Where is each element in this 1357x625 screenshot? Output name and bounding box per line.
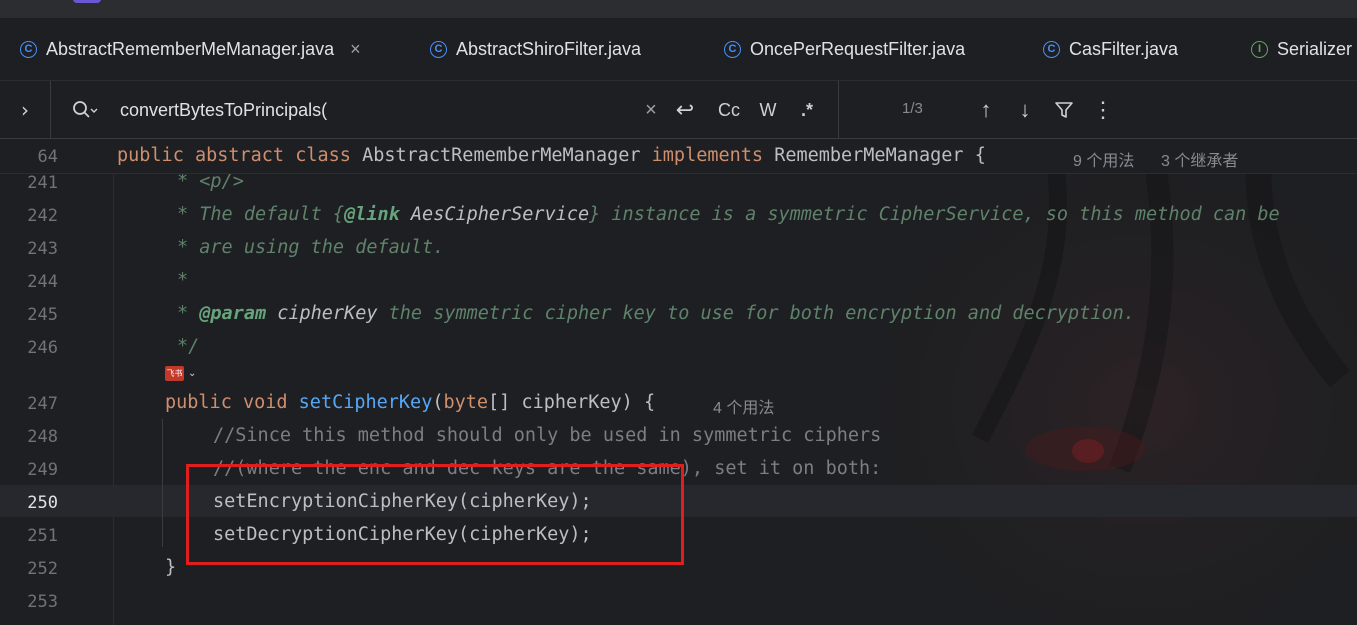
clear-search-icon[interactable]: ×	[640, 93, 662, 127]
line-number: 250	[27, 493, 58, 513]
keyword: abstract	[194, 145, 285, 166]
doc-text: the symmetric cipher key to use for both…	[377, 303, 1135, 324]
editor-tab-bar: C AbstractRememberMeManager.java × C Abs…	[0, 18, 1357, 97]
highlight-annotation-box	[186, 464, 684, 565]
doc-tag: @param	[199, 303, 267, 324]
code-editor[interactable]: 64 public abstract class AbstractRemembe…	[0, 139, 1357, 625]
paren: (	[432, 392, 444, 413]
params: [] cipherKey) {	[488, 392, 656, 413]
line-number: 248	[27, 427, 58, 447]
code-line-243: * are using the default.	[177, 237, 445, 258]
class-icon: C	[1043, 40, 1060, 58]
search-history-icon[interactable]	[72, 100, 98, 120]
class-declaration: public abstract class AbstractRememberMe…	[117, 145, 986, 167]
code-line-241: * <p/>	[177, 171, 244, 192]
divider	[838, 81, 839, 138]
usages-hint[interactable]: 4 个用法	[713, 394, 774, 418]
tab-label: AbstractRememberMeManager.java	[46, 38, 335, 59]
method-name: setCipherKey	[298, 392, 433, 413]
line-number: 246	[27, 338, 58, 358]
keyword: class	[295, 145, 351, 166]
app-logo-icon	[73, 0, 101, 3]
match-count: 1/3	[902, 100, 923, 117]
chevron-down-icon: ⌄	[188, 368, 197, 379]
tab-abstract-remember-me-manager[interactable]: C AbstractRememberMeManager.java ×	[20, 18, 361, 80]
doc-text: *	[177, 303, 200, 324]
class-icon: C	[724, 40, 741, 58]
line-number: 242	[27, 206, 58, 226]
code-line-245: * @param cipherKey the symmetric cipher …	[177, 303, 1135, 325]
doc-reference: cipherKey	[266, 303, 378, 324]
brace: {	[974, 145, 986, 166]
line-number: 64	[37, 147, 58, 167]
class-name: AbstractRememberMeManager	[362, 145, 641, 166]
previous-occurrence-icon[interactable]: ↑	[972, 93, 1000, 127]
line-number: 249	[27, 460, 58, 480]
gutter-divider	[113, 139, 114, 625]
feishu-badge-icon: 飞书	[165, 366, 184, 381]
code-line-247: public void setCipherKey(byte[] cipherKe…	[165, 392, 655, 414]
search-input[interactable]	[120, 95, 630, 125]
class-icon: C	[20, 40, 37, 58]
find-bar: › × ↩ Cc W .* 1/3 ↑ ↓ ⋮	[0, 81, 1357, 139]
line-number: 251	[27, 526, 58, 546]
class-icon: C	[430, 40, 447, 58]
code-vision-lens[interactable]: 飞书 ⌄	[165, 366, 196, 381]
more-options-icon[interactable]: ⋮	[1089, 93, 1117, 127]
line-number: 245	[27, 305, 58, 325]
tab-label: CasFilter.java	[1069, 38, 1179, 59]
tab-serializer[interactable]: I Serializer	[1251, 18, 1352, 80]
indent-guide	[162, 419, 163, 547]
code-line-248: //Since this method should only be used …	[213, 425, 882, 446]
doc-tag: @link	[344, 204, 400, 225]
interface-name: RememberMeManager	[774, 145, 964, 166]
regex-button[interactable]: .*	[792, 93, 822, 127]
doc-text: * The default {	[177, 204, 345, 225]
tab-label: AbstractShiroFilter.java	[456, 38, 642, 59]
code-line-244: *	[177, 270, 189, 291]
keyword: void	[242, 392, 288, 413]
newline-icon[interactable]: ↩	[670, 93, 700, 127]
keyword: byte	[443, 392, 489, 413]
close-icon[interactable]: ×	[350, 39, 361, 60]
tab-abstract-shiro-filter[interactable]: C AbstractShiroFilter.java	[430, 18, 641, 80]
keyword: implements	[651, 145, 764, 166]
code-line-242: * The default {@link AesCipherService} i…	[177, 204, 1280, 226]
usages-hint[interactable]: 9 个用法	[1073, 147, 1134, 171]
code-line-246: */	[177, 336, 200, 357]
expand-replace-chevron-icon[interactable]: ›	[0, 81, 51, 138]
doc-text: } instance is a symmetric CipherService,…	[589, 204, 1280, 225]
inheritors-hint[interactable]: 3 个继承者	[1161, 147, 1238, 171]
match-case-button[interactable]: Cc	[713, 93, 745, 127]
interface-icon: I	[1251, 40, 1268, 58]
tab-cas-filter[interactable]: C CasFilter.java	[1043, 18, 1178, 80]
tab-once-per-request-filter[interactable]: C OncePerRequestFilter.java	[724, 18, 965, 80]
keyword: public	[165, 392, 232, 413]
line-number: 244	[27, 272, 58, 292]
sticky-class-header[interactable]: 64 public abstract class AbstractRemembe…	[0, 139, 1357, 174]
keyword: public	[117, 145, 184, 166]
line-number: 252	[27, 559, 58, 579]
line-number: 243	[27, 239, 58, 259]
tab-label: Serializer	[1277, 38, 1353, 59]
filter-icon[interactable]	[1050, 93, 1078, 127]
title-strip	[0, 0, 1357, 18]
whole-words-button[interactable]: W	[754, 93, 782, 127]
tab-label: OncePerRequestFilter.java	[750, 38, 966, 59]
line-number: 247	[27, 394, 58, 414]
code-line-252: }	[165, 557, 177, 578]
line-number: 253	[27, 592, 58, 612]
doc-reference: AesCipherService	[399, 204, 590, 225]
line-number: 241	[27, 173, 58, 193]
next-occurrence-icon[interactable]: ↓	[1011, 93, 1039, 127]
